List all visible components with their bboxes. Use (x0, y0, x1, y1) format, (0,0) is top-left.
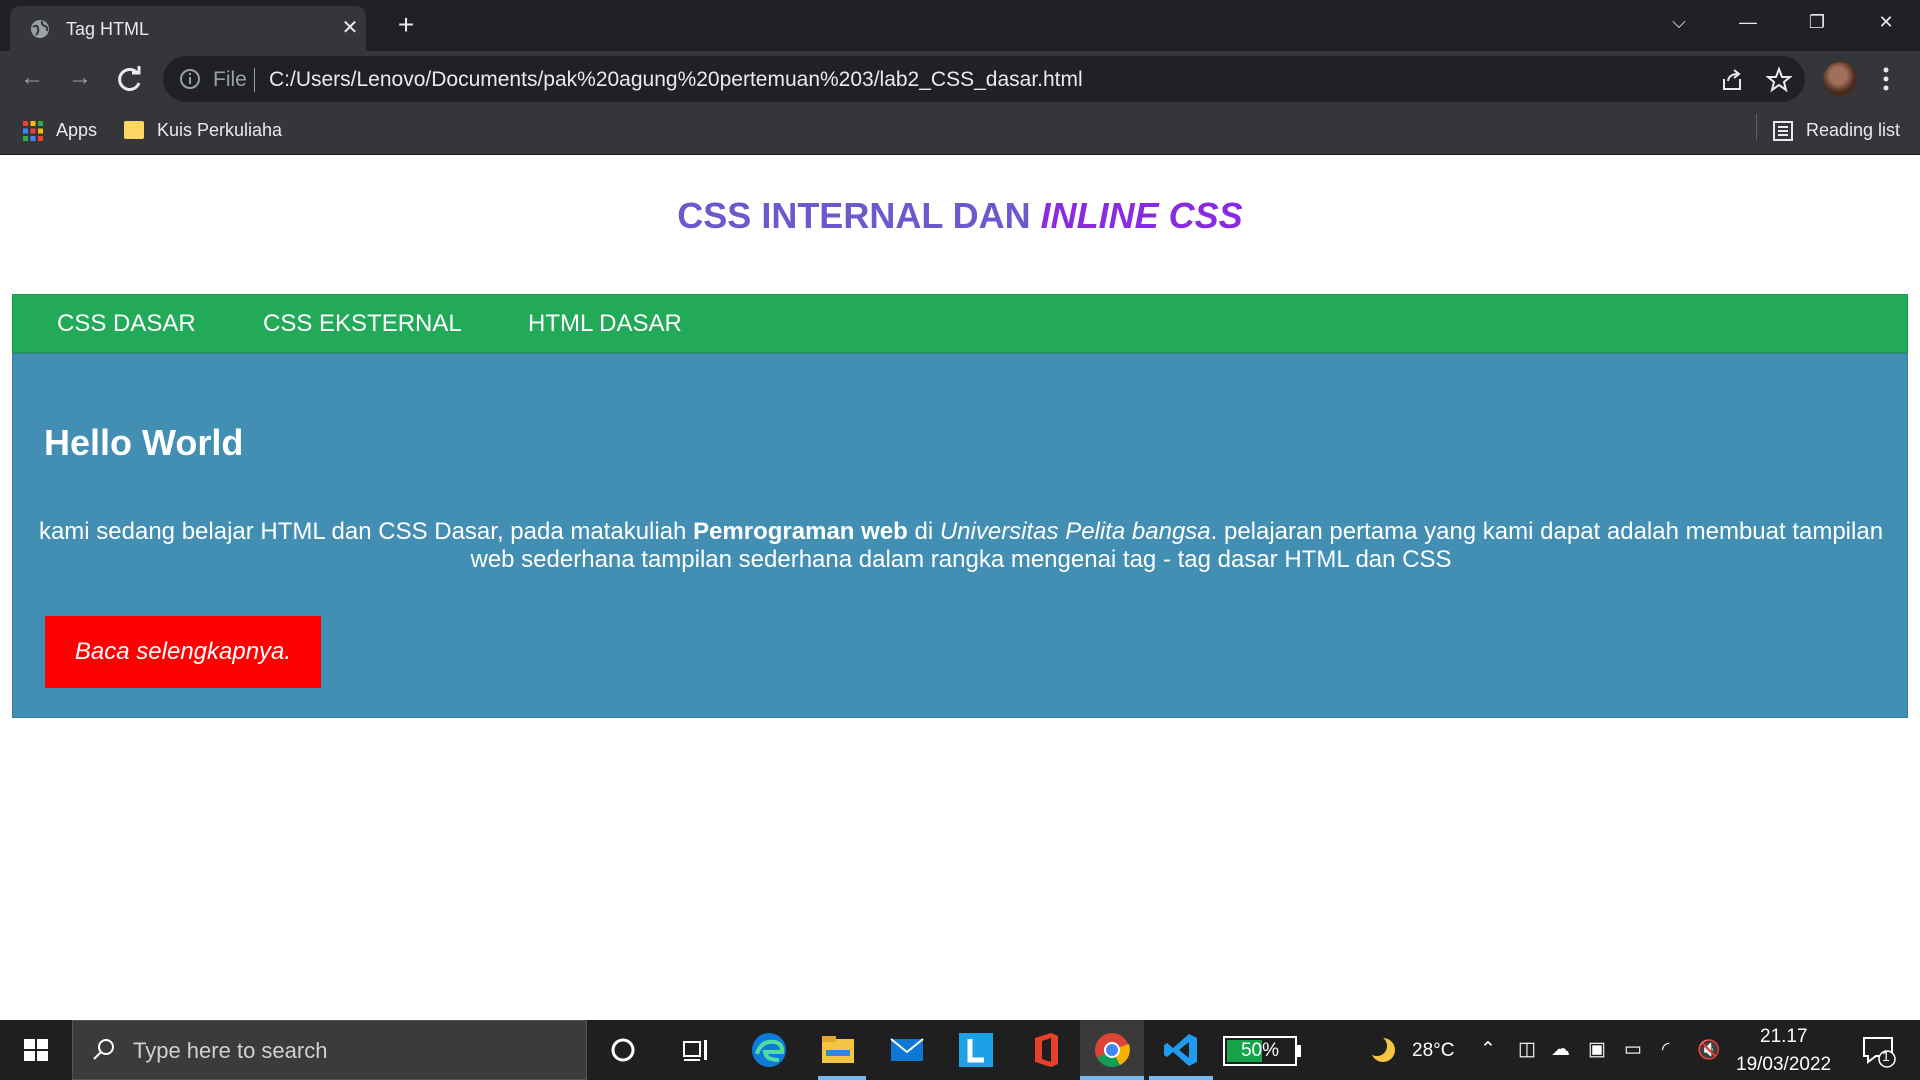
taskbar-search-box[interactable]: Type here to search (72, 1020, 587, 1080)
address-divider (254, 68, 255, 92)
page-title-italic: INLINE CSS (1040, 195, 1243, 236)
profile-avatar[interactable] (1823, 62, 1857, 96)
bookmark-label: Kuis Perkuliaha (157, 120, 283, 140)
more-menu-icon[interactable] (1878, 63, 1894, 95)
apps-grid-icon (23, 121, 43, 141)
address-scheme-label: File (213, 68, 247, 91)
browser-tab[interactable]: Tag HTML ✕ (10, 6, 366, 51)
chrome-icon[interactable] (1092, 1030, 1132, 1070)
running-indicator (1149, 1076, 1213, 1080)
paragraph-text: kami sedang belajar HTML dan CSS Dasar, … (38, 518, 694, 545)
new-tab-button[interactable]: + (392, 11, 420, 40)
notification-icon[interactable] (1858, 1030, 1898, 1070)
active-indicator (1080, 1076, 1144, 1080)
vscode-icon[interactable] (1161, 1030, 1201, 1070)
content-paragraph: kami sedang belajar HTML dan CSS Dasar, … (33, 518, 1889, 574)
search-icon (93, 1039, 114, 1060)
battery-percent: 50% (1240, 1040, 1280, 1061)
bookmarks-divider (1756, 114, 1757, 140)
clock-date[interactable]: 19/03/2022 (1736, 1054, 1831, 1076)
content-section: Hello World kami sedang belajar HTML dan… (12, 353, 1908, 718)
launcher-l-icon[interactable] (956, 1030, 996, 1070)
task-view-icon[interactable] (676, 1030, 716, 1070)
browser-window: Tag HTML ✕ + ⌵ — ❐ ✕ ← → File C:/Users/L… (0, 0, 1920, 155)
tab-title: Tag HTML (66, 19, 150, 39)
windows-taskbar: Type here to search 50% 28°C ⌃ ◫ ☁ ▣ ▭ ◜… (0, 1020, 1920, 1080)
address-bar[interactable]: File C:/Users/Lenovo/Documents/pak%20agu… (163, 56, 1805, 102)
file-explorer-icon[interactable] (818, 1030, 858, 1070)
paragraph-text: di (907, 518, 940, 545)
url-text[interactable]: C:/Users/Lenovo/Documents/pak%20agung%20… (269, 68, 1083, 92)
bookmark-label: Apps (56, 120, 98, 140)
globe-icon (31, 20, 49, 38)
nav-link-css-dasar[interactable]: CSS DASAR (57, 310, 196, 338)
battery-terminal (1297, 1045, 1301, 1057)
info-icon[interactable] (179, 68, 201, 90)
reading-list-icon (1773, 121, 1793, 141)
reading-list-label: Reading list (1806, 120, 1901, 140)
temperature-text[interactable]: 28°C (1412, 1040, 1454, 1062)
chevron-up-icon[interactable]: ⌃ (1480, 1038, 1496, 1061)
bookmarks-bar: Apps Kuis Perkuliaha Reading list (0, 106, 1920, 155)
clock-time[interactable]: 21.17 (1760, 1026, 1808, 1048)
reload-icon[interactable] (114, 63, 146, 95)
wifi-icon[interactable]: ◜ (1662, 1038, 1669, 1061)
tab-strip: Tag HTML ✕ + ⌵ — ❐ ✕ (0, 0, 1920, 51)
back-button[interactable]: ← (16, 63, 48, 95)
paragraph-italic: Universitas Pelita bangsa (939, 518, 1211, 545)
weather-moon-icon[interactable] (1363, 1030, 1403, 1070)
nav-link-css-eksternal[interactable]: CSS EKSTERNAL (263, 310, 462, 338)
edge-icon[interactable] (749, 1030, 789, 1070)
site-navbar: CSS DASAR CSS EKSTERNAL HTML DASAR (12, 294, 1908, 353)
web-page: CSS INTERNAL DAN INLINE CSS CSS DASAR CS… (0, 155, 1920, 1020)
folder-icon (124, 121, 144, 139)
tab-search-icon[interactable]: ⌵ (1659, 8, 1699, 36)
nav-link-html-dasar[interactable]: HTML DASAR (528, 310, 682, 338)
page-title: CSS INTERNAL DAN INLINE CSS (0, 195, 1920, 237)
share-icon[interactable] (1719, 67, 1745, 93)
battery-tray-icon[interactable]: ▭ (1624, 1038, 1642, 1061)
cortana-icon[interactable] (603, 1030, 643, 1070)
onedrive-cloud-icon[interactable]: ☁ (1551, 1038, 1570, 1061)
search-placeholder: Type here to search (133, 1038, 328, 1063)
page-title-plain: CSS INTERNAL DAN (677, 195, 1041, 236)
content-heading: Hello World (44, 422, 244, 463)
close-window-button[interactable]: ✕ (1866, 8, 1906, 36)
minimize-button[interactable]: — (1728, 8, 1768, 36)
bookmark-apps[interactable]: Apps (22, 116, 102, 144)
mail-icon[interactable] (887, 1030, 927, 1070)
volume-muted-icon[interactable]: 🔇 (1697, 1038, 1721, 1062)
bookmark-kuis-perkuliaha[interactable]: Kuis Perkuliaha (124, 116, 284, 144)
reading-list-button[interactable]: Reading list (1772, 116, 1912, 144)
windows-start-icon[interactable] (0, 1020, 72, 1080)
star-icon[interactable] (1766, 67, 1792, 93)
browser-toolbar: ← → File C:/Users/Lenovo/Documents/pak%2… (0, 51, 1920, 106)
battery-widget[interactable]: 50% (1223, 1036, 1297, 1066)
forward-button[interactable]: → (64, 63, 96, 95)
restore-button[interactable]: ❐ (1797, 8, 1837, 36)
display-icon[interactable]: ▣ (1588, 1038, 1606, 1061)
running-indicator (818, 1076, 866, 1080)
notification-count: 1 (1882, 1048, 1890, 1064)
close-tab-icon[interactable]: ✕ (338, 16, 362, 40)
meet-now-icon[interactable]: ◫ (1518, 1038, 1536, 1061)
read-more-button[interactable]: Baca selengkapnya. (45, 616, 321, 688)
paragraph-bold: Pemrograman web (693, 518, 908, 545)
office-icon[interactable] (1025, 1030, 1065, 1070)
